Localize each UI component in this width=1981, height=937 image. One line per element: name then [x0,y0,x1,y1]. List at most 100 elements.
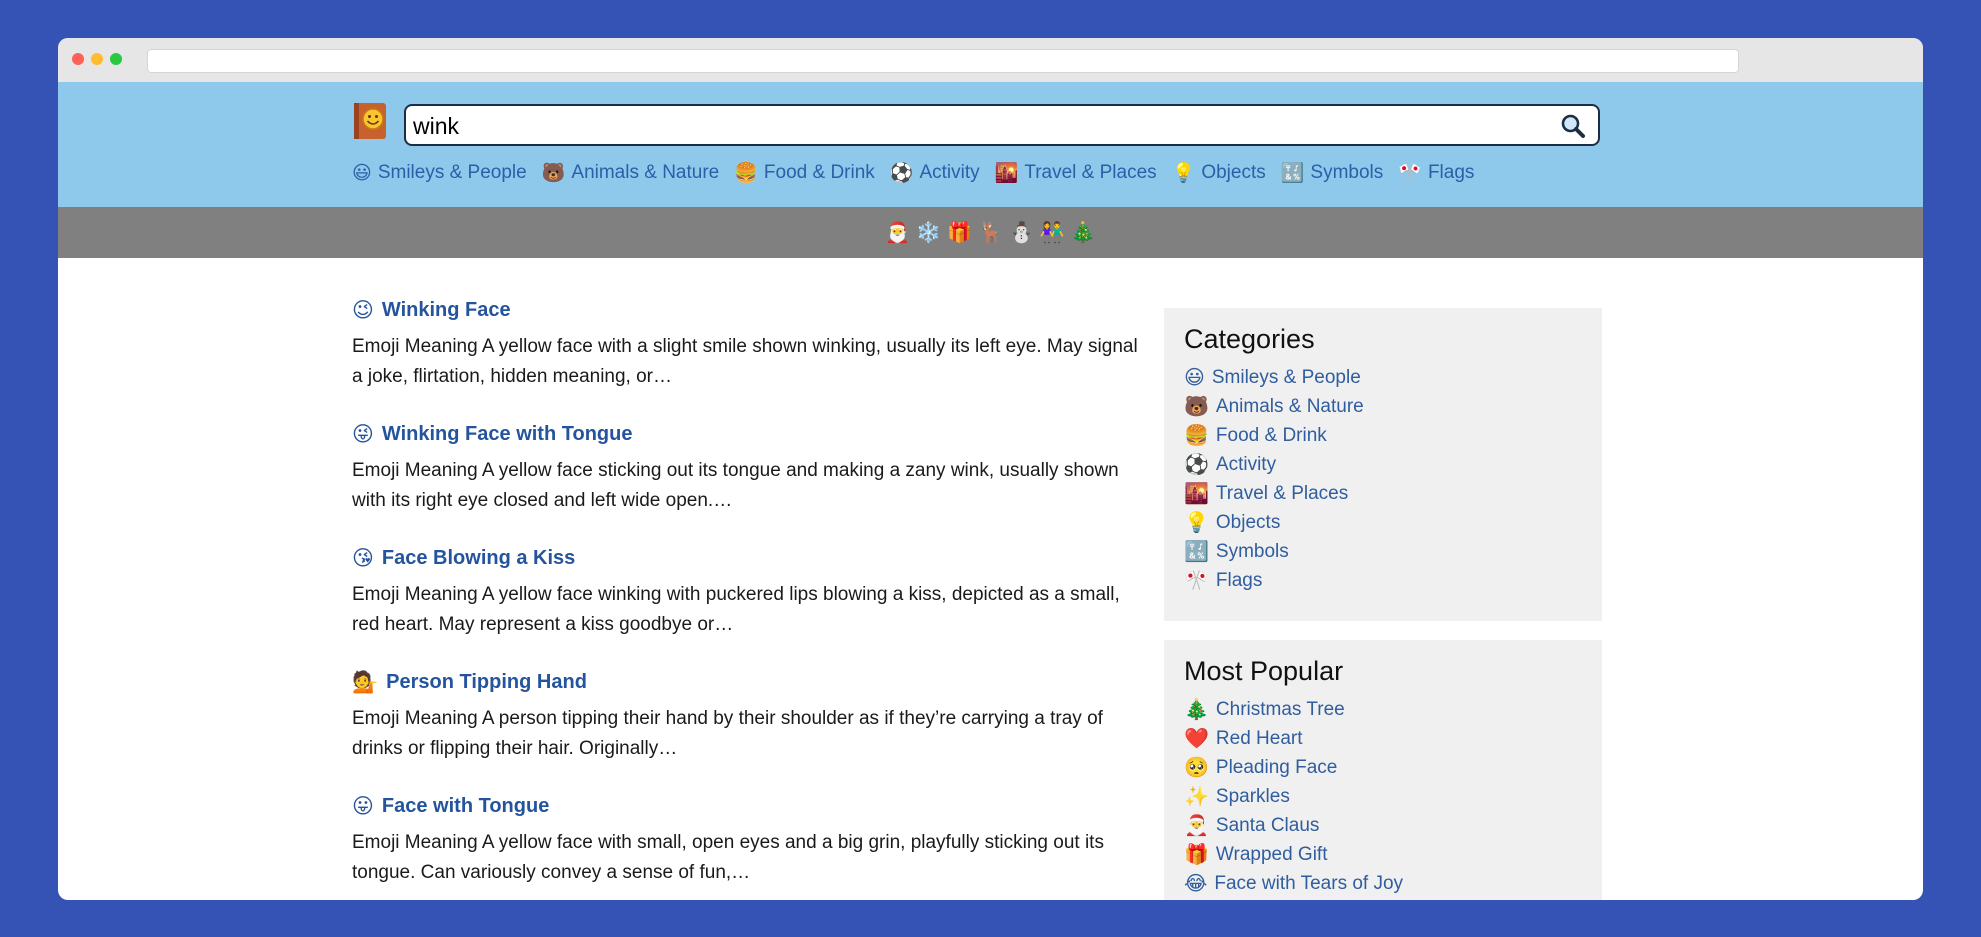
result-title: Face Blowing a Kiss [381,546,576,569]
category-label: Flags [1215,569,1263,591]
result-title-link[interactable]: 😘 Face Blowing a Kiss [352,536,1142,580]
winking-face-tongue-icon: 😜 [352,422,374,446]
search-results: 😉 Winking Face Emoji Meaning A yellow fac… [352,288,1142,900]
result-title-link[interactable]: 😛 Face with Tongue [352,784,1142,828]
search-box [404,104,1600,146]
category-objects[interactable]: 💡 Objects [1184,508,1582,537]
category-travel-places[interactable]: 🌇 Travel & Places [1184,479,1582,508]
category-label: Animals & Nature [1215,395,1364,417]
nav-label: Travel & Places [1024,162,1157,183]
nav-label: Objects [1201,162,1266,183]
couple-icon[interactable]: 👫 [1040,223,1065,243]
snowflake-icon[interactable]: ❄️ [916,223,941,243]
nav-objects[interactable]: 💡 Objects [1172,162,1266,184]
nav-smileys-people[interactable]: 😃 Smileys & People [352,162,527,184]
emojipedia-logo-icon[interactable] [352,102,388,140]
pleading-face-icon: 🥺 [1184,756,1209,779]
cityscape-icon: 🌇 [1184,482,1209,505]
category-label: Activity [1215,453,1277,475]
nav-label: Flags [1427,162,1475,183]
category-label: Symbols [1215,540,1289,562]
result-title: Face with Tongue [381,794,550,817]
category-label: Travel & Places [1215,482,1349,504]
result-title-link[interactable]: 😜 Winking Face with Tongue [352,412,1142,456]
person-tipping-hand-icon: 💁 [352,670,379,694]
most-popular-heading: Most Popular [1184,656,1344,686]
cityscape-icon: 🌇 [994,162,1019,184]
category-label: Food & Drink [1215,424,1327,446]
categories-panel: Categories 😃 Smileys & People 🐻 Animals & … [1164,308,1602,621]
result-description: Emoji Meaning A person tipping their han… [352,708,1103,759]
soccer-ball-icon: ⚽ [889,162,914,184]
burger-icon: 🍔 [1184,424,1209,447]
snowman-icon[interactable]: ⛄ [1009,223,1034,243]
popular-label: Christmas Tree [1215,698,1345,720]
nav-animals-nature[interactable]: 🐻 Animals & Nature [542,162,720,184]
most-popular-panel: Most Popular 🎄 Christmas Tree ❤️ Red Heart… [1164,640,1602,900]
result-description: Emoji Meaning A yellow face sticking out… [352,460,1119,511]
result-title: Person Tipping Hand [386,670,587,693]
close-window-button[interactable] [72,53,84,65]
category-flags[interactable]: 🎌 Flags [1184,566,1582,595]
face-blowing-kiss-icon: 😘 [352,546,374,570]
nav-symbols[interactable]: 🔣 Symbols [1281,162,1384,184]
christmas-tree-icon[interactable]: 🎄 [1071,223,1096,243]
sparkles-icon: ✨ [1184,785,1209,808]
popular-label: Wrapped Gift [1215,843,1328,865]
nav-activity[interactable]: ⚽ Activity [890,162,980,184]
result-title: Winking Face with Tongue [381,422,633,445]
maximize-window-button[interactable] [110,53,122,65]
popular-face-tears-joy[interactable]: 😂 Face with Tears of Joy [1184,869,1582,898]
face-with-tongue-icon: 😛 [352,794,374,818]
popular-wrapped-gift[interactable]: 🎁 Wrapped Gift [1184,840,1582,869]
category-symbols[interactable]: 🔣 Symbols [1184,537,1582,566]
result-title-link[interactable]: 💁 Person Tipping Hand [352,660,1142,704]
category-animals-nature[interactable]: 🐻 Animals & Nature [1184,392,1582,421]
result-item: 😛 Face with Tongue Emoji Meaning A yellow… [352,784,1142,900]
nav-travel-places[interactable]: 🌇 Travel & Places [995,162,1157,184]
winking-face-icon: 😉 [352,298,374,322]
result-description: Emoji Meaning A yellow face winking with… [352,584,1120,635]
category-label: Smileys & People [1211,366,1361,388]
popular-christmas-tree[interactable]: 🎄 Christmas Tree [1184,695,1582,724]
result-description: Emoji Meaning A yellow face with a sligh… [352,336,1138,387]
popular-santa-claus[interactable]: 🎅 Santa Claus [1184,811,1582,840]
crossed-flags-icon: 🎌 [1398,162,1422,184]
category-food-drink[interactable]: 🍔 Food & Drink [1184,421,1582,450]
popular-red-heart[interactable]: ❤️ Red Heart [1184,724,1582,753]
result-item: 💁 Person Tipping Hand Emoji Meaning A per… [352,660,1142,784]
nav-label: Food & Drink [763,162,875,183]
santa-claus-icon[interactable]: 🎅 [885,223,910,243]
browser-titlebar [58,38,1923,82]
address-bar[interactable] [147,49,1739,73]
smiley-icon: 😃 [1184,366,1205,389]
result-title-link[interactable]: 😉 Winking Face [352,288,1142,332]
category-activity[interactable]: ⚽ Activity [1184,450,1582,479]
nav-label: Symbols [1310,162,1384,183]
minimize-window-button[interactable] [91,53,103,65]
bear-icon: 🐻 [541,162,566,184]
wrapped-gift-icon[interactable]: 🎁 [947,223,972,243]
nav-flags[interactable]: 🎌 Flags [1398,162,1474,184]
nav-label: Smileys & People [377,162,527,183]
santa-claus-icon: 🎅 [1184,814,1209,837]
search-icon[interactable] [1560,113,1586,139]
burger-icon: 🍔 [734,162,758,184]
popular-sparkles[interactable]: ✨ Sparkles [1184,782,1582,811]
result-item: 😉 Winking Face Emoji Meaning A yellow fac… [352,288,1142,412]
popular-label: Santa Claus [1215,814,1320,836]
popular-pleading-face[interactable]: 🥺 Pleading Face [1184,753,1582,782]
popular-label: Red Heart [1215,727,1303,749]
nav-label: Animals & Nature [571,162,720,183]
popular-label: Sparkles [1215,785,1290,807]
category-nav: 😃 Smileys & People 🐻 Animals & Nature 🍔 Foo… [352,162,1489,184]
nav-food-drink[interactable]: 🍔 Food & Drink [734,162,875,184]
result-description: Emoji Meaning A yellow face with small, … [352,832,1104,883]
deer-icon[interactable]: 🦌 [978,223,1003,243]
soccer-ball-icon: ⚽ [1184,453,1209,476]
category-label: Objects [1215,511,1281,533]
category-smileys-people[interactable]: 😃 Smileys & People [1184,363,1582,392]
categories-heading: Categories [1184,324,1315,354]
face-with-tears-of-joy-icon: 😂 [1184,872,1208,895]
search-input[interactable] [413,112,1513,140]
